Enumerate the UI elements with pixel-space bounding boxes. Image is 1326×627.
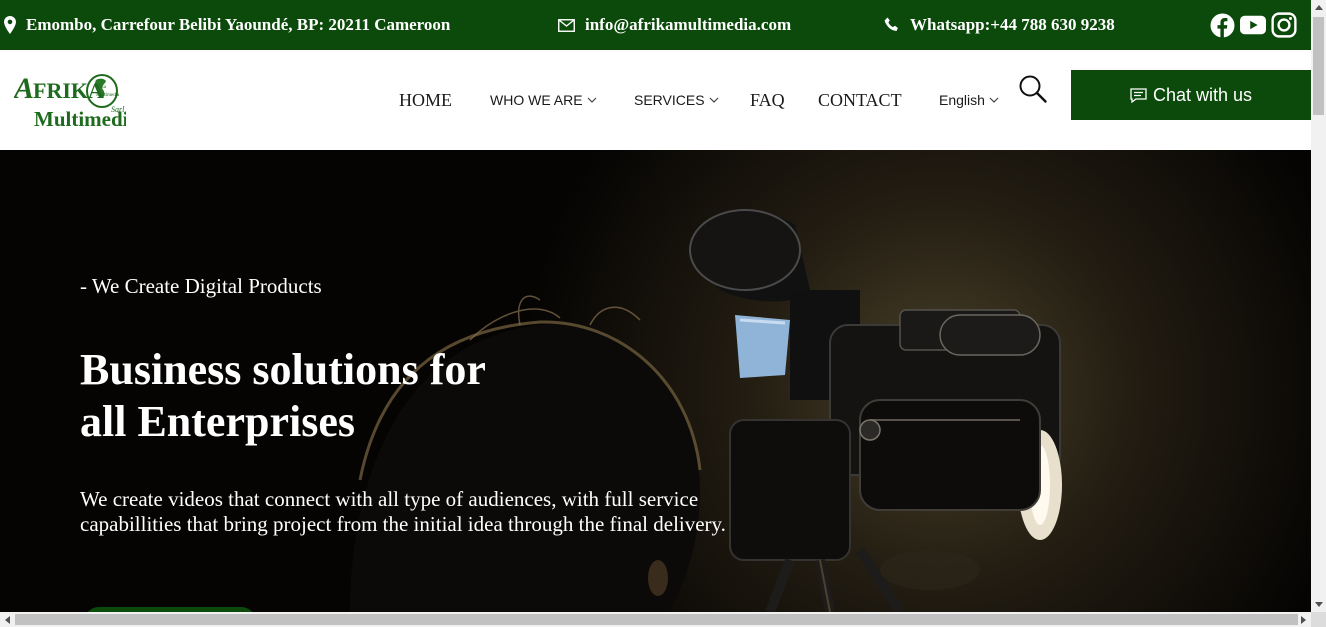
horizontal-scroll-thumb[interactable] bbox=[15, 614, 1298, 625]
youtube-icon[interactable] bbox=[1240, 11, 1266, 39]
hero-title: Business solutions for all Enterprises bbox=[80, 344, 680, 448]
whatsapp-link[interactable]: Whatsapp:+44 788 630 9238 bbox=[910, 15, 1115, 35]
language-label: English bbox=[939, 92, 985, 108]
top-contact-bar: Emombo, Carrefour Belibi Yaoundé, BP: 20… bbox=[0, 0, 1311, 50]
nav-contact[interactable]: CONTACT bbox=[818, 50, 902, 150]
vertical-scroll-thumb[interactable] bbox=[1313, 17, 1324, 115]
site-header: A FRIKA Multimedia Sarl Afrika Multimedi… bbox=[0, 50, 1311, 150]
chevron-down-icon bbox=[989, 97, 999, 103]
svg-text:Multimedia: Multimedia bbox=[96, 93, 120, 98]
nav-faq[interactable]: FAQ bbox=[750, 50, 785, 150]
svg-text:Afrika: Afrika bbox=[93, 85, 107, 90]
scrollbar-corner bbox=[1311, 612, 1326, 627]
whatsapp-item[interactable]: Whatsapp:+44 788 630 9238 bbox=[884, 0, 1115, 50]
address-text: Emombo, Carrefour Belibi Yaoundé, BP: 20… bbox=[26, 15, 451, 34]
svg-text:FRIKA: FRIKA bbox=[33, 78, 104, 103]
language-selector[interactable]: English bbox=[939, 50, 999, 150]
location-pin-icon bbox=[4, 16, 16, 34]
nav-services-label: SERVICES bbox=[634, 92, 705, 108]
chevron-down-icon bbox=[587, 97, 597, 103]
chevron-down-icon bbox=[709, 97, 719, 103]
nav-home[interactable]: HOME bbox=[399, 50, 452, 150]
nav-services[interactable]: SERVICES bbox=[634, 50, 719, 150]
chat-bubble-icon bbox=[1130, 87, 1147, 103]
facebook-icon[interactable] bbox=[1209, 11, 1235, 39]
email-item[interactable]: info@afrikamultimedia.com bbox=[558, 0, 791, 50]
hero-title-line-2: all Enterprises bbox=[80, 397, 355, 446]
instagram-icon[interactable] bbox=[1271, 11, 1297, 39]
afrika-multimedia-logo[interactable]: A FRIKA Multimedia Sarl Afrika Multimedi… bbox=[12, 66, 139, 132]
svg-text:Sarl: Sarl bbox=[111, 105, 125, 114]
address-item: Emombo, Carrefour Belibi Yaoundé, BP: 20… bbox=[4, 0, 450, 50]
social-links bbox=[1209, 11, 1297, 39]
nav-home-label: HOME bbox=[399, 89, 452, 110]
scroll-left-arrow-icon[interactable] bbox=[0, 612, 15, 627]
chat-button-label: Chat with us bbox=[1152, 84, 1253, 105]
hero-banner: - We Create Digital Products Business so… bbox=[0, 150, 1311, 612]
hero-tagline: - We Create Digital Products bbox=[80, 274, 322, 298]
nav-faq-label: FAQ bbox=[750, 89, 785, 110]
search-icon[interactable] bbox=[1018, 74, 1048, 104]
svg-text:A: A bbox=[14, 72, 34, 105]
email-link[interactable]: info@afrikamultimedia.com bbox=[585, 15, 791, 35]
scroll-right-arrow-icon[interactable] bbox=[1296, 612, 1311, 627]
scroll-up-arrow-icon[interactable] bbox=[1311, 0, 1326, 15]
scroll-down-arrow-icon[interactable] bbox=[1311, 597, 1326, 612]
envelope-icon bbox=[558, 18, 575, 32]
nav-who-we-are[interactable]: WHO WE ARE bbox=[490, 50, 597, 150]
nav-who-we-are-label: WHO WE ARE bbox=[490, 92, 583, 108]
phone-icon bbox=[884, 17, 900, 33]
chat-with-us-button[interactable]: Chat with us bbox=[1071, 70, 1311, 120]
vertical-scrollbar[interactable] bbox=[1311, 0, 1326, 612]
hero-title-line-1: Business solutions for bbox=[80, 345, 486, 394]
horizontal-scrollbar[interactable] bbox=[0, 612, 1311, 627]
nav-contact-label: CONTACT bbox=[818, 89, 902, 110]
hero-description: We create videos that connect with all t… bbox=[80, 487, 726, 536]
